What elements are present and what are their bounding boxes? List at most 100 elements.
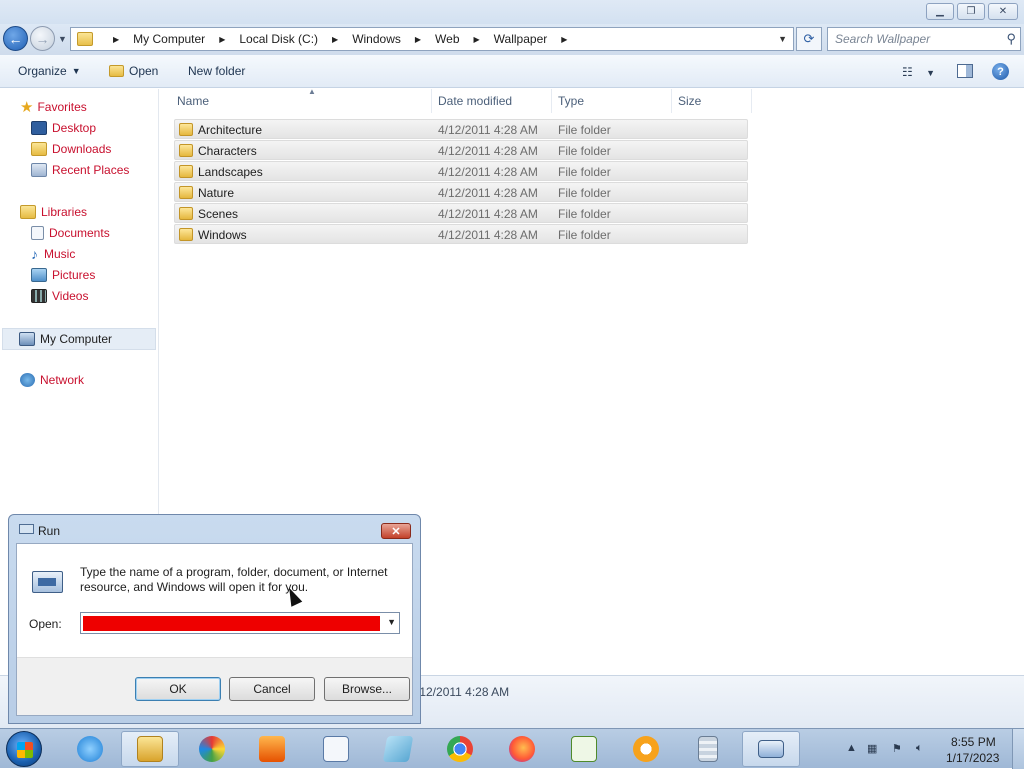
- breadcrumb-my-computer[interactable]: My Computer: [133, 32, 205, 46]
- taskbar-file-explorer[interactable]: [121, 731, 179, 767]
- show-desktop-button[interactable]: [1012, 729, 1024, 769]
- back-button[interactable]: ←: [3, 26, 28, 51]
- nav-videos[interactable]: Videos: [31, 286, 88, 306]
- clock-time[interactable]: 8:55 PM: [951, 735, 996, 749]
- row-date: 4/12/2011 4:28 AM: [438, 144, 538, 158]
- nav-music[interactable]: ♪ Music: [31, 244, 75, 264]
- taskbar-spreadsheet[interactable]: [555, 731, 613, 767]
- taskbar-paint[interactable]: [183, 731, 241, 767]
- breadcrumb-web[interactable]: Web: [435, 32, 459, 46]
- table-row[interactable]: Scenes 4/12/2011 4:28 AM File folder: [174, 203, 748, 223]
- search-input[interactable]: Search Wallpaper ⚲: [827, 27, 1021, 51]
- nav-downloads-label: Downloads: [52, 142, 112, 156]
- run-command-combobox[interactable]: ▼: [80, 612, 400, 634]
- taskbar-media-player[interactable]: [243, 731, 301, 767]
- address-bar-row: ← → ▼ ▶ My Computer ▶ Local Disk (C:) ▶ …: [0, 24, 1024, 55]
- table-row[interactable]: Architecture 4/12/2011 4:28 AM File fold…: [174, 119, 748, 139]
- pictures-icon: [31, 268, 47, 282]
- address-box[interactable]: ▶ My Computer ▶ Local Disk (C:) ▶ Window…: [70, 27, 794, 51]
- music-icon: ♪: [31, 246, 38, 262]
- organize-button[interactable]: Organize ▼: [18, 64, 81, 78]
- chevron-down-icon: ▼: [926, 68, 936, 78]
- volume-icon[interactable]: 🔈︎: [916, 742, 930, 756]
- table-row[interactable]: Windows 4/12/2011 4:28 AM File folder: [174, 224, 748, 244]
- address-dropdown-icon[interactable]: ▼: [778, 34, 787, 44]
- maximize-button[interactable]: ❐: [957, 3, 985, 20]
- nav-favorites[interactable]: ★ Favorites: [20, 97, 87, 117]
- new-folder-button[interactable]: New folder: [188, 64, 245, 78]
- action-center-flag-icon[interactable]: ⚑: [892, 742, 906, 756]
- nav-libraries-label: Libraries: [41, 205, 88, 219]
- browse-button[interactable]: Browse...: [324, 677, 410, 701]
- help-button[interactable]: ?: [992, 63, 1009, 80]
- recent-pages-dropdown-icon[interactable]: ▼: [58, 34, 67, 44]
- refresh-button[interactable]: ⟳: [796, 27, 822, 51]
- nav-network-label: Network: [40, 373, 85, 387]
- breadcrumb-windows[interactable]: Windows: [352, 32, 401, 46]
- nav-my-computer[interactable]: My Computer: [2, 328, 156, 350]
- column-header-name[interactable]: Name ▲: [171, 87, 432, 113]
- taskbar-calculator[interactable]: [679, 731, 737, 767]
- column-header-size[interactable]: Size: [672, 89, 752, 113]
- network-tray-icon[interactable]: ▦: [867, 742, 881, 756]
- breadcrumb-wallpaper[interactable]: Wallpaper: [494, 32, 548, 46]
- taskbar-password-manager[interactable]: [617, 731, 675, 767]
- open-folder-icon: [109, 65, 124, 77]
- documents-icon: [31, 226, 44, 240]
- taskbar-internet-explorer[interactable]: [61, 731, 119, 767]
- change-view-button[interactable]: ☷ ▼: [902, 65, 935, 79]
- search-icon[interactable]: ⚲: [1006, 31, 1016, 47]
- forward-button[interactable]: →: [30, 26, 55, 51]
- taskbar-firefox[interactable]: [493, 731, 551, 767]
- breadcrumb-chevron-icon[interactable]: ▶: [113, 35, 119, 44]
- forward-arrow-icon: →: [35, 30, 50, 47]
- column-name-label: Name: [177, 94, 210, 108]
- nav-recent-places-label: Recent Places: [52, 163, 130, 177]
- start-button[interactable]: [6, 731, 42, 767]
- breadcrumb-chevron-icon[interactable]: ▶: [474, 35, 480, 44]
- clock-date[interactable]: 1/17/2023: [946, 751, 999, 765]
- breadcrumb-chevron-icon[interactable]: ▶: [219, 35, 225, 44]
- nav-recent-places[interactable]: Recent Places: [31, 160, 129, 180]
- run-close-button[interactable]: ✕: [381, 523, 411, 539]
- downloads-icon: [31, 142, 47, 156]
- column-header-type[interactable]: Type: [552, 89, 672, 113]
- breadcrumb-chevron-icon[interactable]: ▶: [561, 35, 567, 44]
- close-window-button[interactable]: ✕: [988, 3, 1018, 20]
- nav-videos-label: Videos: [52, 289, 89, 303]
- nav-pictures[interactable]: Pictures: [31, 265, 95, 285]
- taskbar-wordpad[interactable]: [307, 731, 365, 767]
- cancel-button[interactable]: Cancel: [229, 677, 315, 701]
- row-type: File folder: [558, 123, 611, 137]
- taskbar-run[interactable]: [742, 731, 800, 767]
- table-row[interactable]: Landscapes 4/12/2011 4:28 AM File folder: [174, 161, 748, 181]
- breadcrumb-chevron-icon[interactable]: ▶: [415, 35, 421, 44]
- table-row[interactable]: Characters 4/12/2011 4:28 AM File folder: [174, 140, 748, 160]
- run-command-input[interactable]: [83, 616, 380, 631]
- media-player-icon: [259, 736, 285, 762]
- nav-libraries[interactable]: Libraries: [20, 202, 87, 222]
- breadcrumb-chevron-icon[interactable]: ▶: [332, 35, 338, 44]
- nav-documents[interactable]: Documents: [31, 223, 110, 243]
- minimize-button[interactable]: ▁: [926, 3, 954, 20]
- open-label: Open: [129, 64, 159, 78]
- folder-icon: [179, 228, 193, 241]
- column-header-date[interactable]: Date modified: [432, 89, 552, 113]
- show-hidden-icons-icon[interactable]: ▲: [846, 742, 860, 756]
- chevron-down-icon[interactable]: ▼: [387, 617, 396, 627]
- table-row[interactable]: Nature 4/12/2011 4:28 AM File folder: [174, 182, 748, 202]
- breadcrumb-local-disk[interactable]: Local Disk (C:): [239, 32, 318, 46]
- chevron-down-icon: ▼: [71, 66, 81, 76]
- nav-network[interactable]: Network: [20, 370, 84, 390]
- firefox-icon: [509, 736, 535, 762]
- network-icon: [20, 373, 35, 387]
- preview-pane-button[interactable]: [957, 64, 973, 78]
- row-date: 4/12/2011 4:28 AM: [438, 228, 538, 242]
- ok-button[interactable]: OK: [135, 677, 221, 701]
- nav-downloads[interactable]: Downloads: [31, 139, 111, 159]
- taskbar-notepad[interactable]: [369, 731, 427, 767]
- taskbar-chrome[interactable]: [431, 731, 489, 767]
- nav-desktop[interactable]: Desktop: [31, 118, 96, 138]
- open-button[interactable]: Open: [109, 64, 158, 78]
- run-icon: [19, 524, 34, 534]
